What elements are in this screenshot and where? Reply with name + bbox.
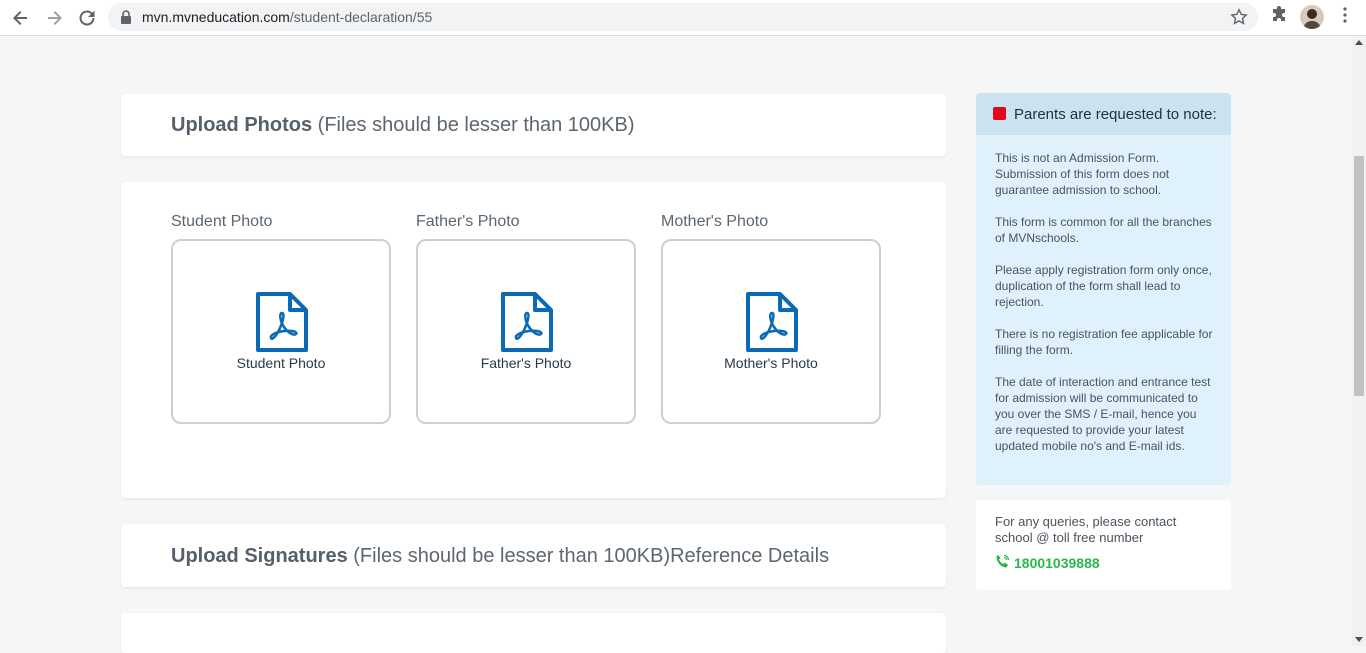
mother-photo-upload[interactable]: Mother's Photo xyxy=(661,239,881,424)
star-icon[interactable] xyxy=(1230,8,1248,31)
scrollbar-thumb[interactable] xyxy=(1354,156,1364,396)
next-section-card xyxy=(121,613,946,653)
pdf-file-icon xyxy=(500,291,554,358)
browser-toolbar: mvn.mvneducation.com/student-declaration… xyxy=(0,0,1366,36)
forward-icon[interactable] xyxy=(42,6,66,30)
student-photo-caption: Student Photo xyxy=(236,355,326,371)
note-paragraph: The date of interaction and entrance tes… xyxy=(995,375,1211,453)
father-photo-caption: Father's Photo xyxy=(480,355,572,371)
note-paragraph: This is not an Admission Form. Submissio… xyxy=(995,151,1170,197)
father-photo-label: Father's Photo xyxy=(416,213,520,230)
pdf-file-icon xyxy=(745,291,799,358)
father-photo-upload[interactable]: Father's Photo xyxy=(416,239,636,424)
mother-photo-caption: Mother's Photo xyxy=(724,355,818,371)
scroll-up-icon[interactable] xyxy=(1355,40,1363,45)
mother-photo-label: Mother's Photo xyxy=(661,213,769,230)
note-paragraph: This form is common for all the branches… xyxy=(995,215,1212,245)
upload-signatures-header: Upload Signatures (Files should be lesse… xyxy=(121,524,946,587)
menu-icon[interactable] xyxy=(1336,6,1354,29)
url-path: /student-declaration/55 xyxy=(289,9,433,25)
phone-icon xyxy=(995,554,1010,572)
page-scrollbar[interactable] xyxy=(1352,36,1366,646)
upload-signatures-title: Upload Signatures (Files should be lesse… xyxy=(171,545,830,567)
red-square-icon xyxy=(993,107,1006,120)
avatar[interactable] xyxy=(1300,5,1324,29)
photo-upload-panel: Student Photo Student Photo Father's Pho… xyxy=(121,182,946,498)
note-paragraph: There is no registration fee applicable … xyxy=(995,327,1213,357)
parents-note-panel: Parents are requested to note: This is n… xyxy=(976,93,1231,485)
url-domain: mvn.mvneducation.com xyxy=(142,9,290,25)
contact-phone-number: 18001039888 xyxy=(1014,555,1100,571)
scroll-down-icon[interactable] xyxy=(1355,637,1363,642)
parents-note-title: Parents are requested to note: xyxy=(1014,106,1217,123)
student-photo-label: Student Photo xyxy=(171,213,273,230)
pdf-file-icon xyxy=(255,291,309,358)
lock-icon xyxy=(120,10,132,29)
student-photo-upload[interactable]: Student Photo xyxy=(171,239,391,424)
address-bar[interactable]: mvn.mvneducation.com/student-declaration… xyxy=(108,3,1258,31)
url-text: mvn.mvneducation.com/student-declaration… xyxy=(142,9,432,25)
parents-note-header: Parents are requested to note: xyxy=(976,93,1231,135)
upload-photos-header: Upload Photos (Files should be lesser th… xyxy=(121,94,946,156)
note-paragraph: Please apply registration form only once… xyxy=(995,263,1212,309)
contact-phone-link[interactable]: 18001039888 xyxy=(995,554,1100,572)
contact-panel: For any queries, please contact school @… xyxy=(976,500,1231,590)
contact-text: For any queries, please contact school @… xyxy=(995,514,1177,545)
reload-icon[interactable] xyxy=(75,6,99,30)
upload-photos-title: Upload Photos (Files should be lesser th… xyxy=(171,114,635,136)
back-icon[interactable] xyxy=(9,6,33,30)
extensions-icon[interactable] xyxy=(1270,6,1288,29)
